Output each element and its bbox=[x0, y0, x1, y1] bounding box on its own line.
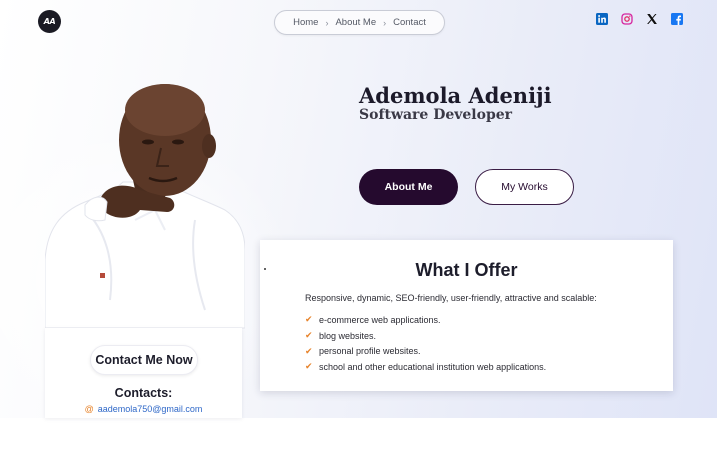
list-item-text: blog websites. bbox=[319, 330, 377, 341]
profile-role: Software Developer bbox=[359, 107, 513, 123]
my-works-button[interactable]: My Works bbox=[475, 169, 574, 205]
breadcrumb-contact[interactable]: Contact bbox=[393, 17, 426, 28]
check-icon: ✔ bbox=[305, 361, 313, 372]
chevron-right-icon: › bbox=[325, 17, 329, 28]
at-icon: @ bbox=[84, 404, 94, 414]
list-item-text: e-commerce web applications. bbox=[319, 314, 441, 325]
breadcrumb-about-me[interactable]: About Me bbox=[335, 17, 376, 28]
email-address[interactable]: aademola750@gmail.com bbox=[98, 404, 203, 414]
logo[interactable]: AA bbox=[38, 10, 61, 33]
social-links bbox=[596, 13, 683, 25]
list-item: ✔ blog websites. bbox=[305, 328, 546, 344]
offer-list: ✔ e-commerce web applications. ✔ blog we… bbox=[305, 312, 546, 375]
list-item-text: personal profile websites. bbox=[319, 346, 421, 357]
check-icon: ✔ bbox=[305, 330, 313, 341]
facebook-icon[interactable] bbox=[671, 13, 683, 25]
linkedin-icon[interactable] bbox=[596, 13, 608, 25]
list-item: ✔ school and other educational instituti… bbox=[305, 359, 546, 375]
list-item: ✔ e-commerce web applications. bbox=[305, 312, 546, 328]
breadcrumb: Home › About Me › Contact bbox=[274, 10, 445, 35]
chevron-right-icon: › bbox=[383, 17, 387, 28]
email-link[interactable]: @ aademola750@gmail.com bbox=[45, 404, 242, 414]
breadcrumb-home[interactable]: Home bbox=[293, 17, 318, 28]
contact-card: Contact Me Now Contacts: @ aademola750@gm… bbox=[45, 328, 242, 418]
profile-name: Ademola Adeniji bbox=[359, 83, 552, 108]
contacts-title: Contacts: bbox=[114, 386, 173, 400]
offer-card: What I Offer Responsive, dynamic, SEO-fr… bbox=[260, 240, 673, 391]
check-icon: ✔ bbox=[305, 314, 313, 325]
x-icon[interactable] bbox=[646, 13, 658, 25]
offer-title: What I Offer bbox=[415, 260, 518, 280]
about-me-button[interactable]: About Me bbox=[359, 169, 458, 205]
list-item-text: school and other educational institution… bbox=[319, 361, 547, 372]
check-icon: ✔ bbox=[305, 345, 313, 356]
list-item: ✔ personal profile websites. bbox=[305, 343, 546, 359]
contact-me-button[interactable]: Contact Me Now bbox=[90, 345, 198, 375]
profile-portrait bbox=[45, 84, 245, 329]
instagram-icon[interactable] bbox=[621, 13, 633, 25]
offer-intro: Responsive, dynamic, SEO-friendly, user-… bbox=[305, 293, 597, 303]
